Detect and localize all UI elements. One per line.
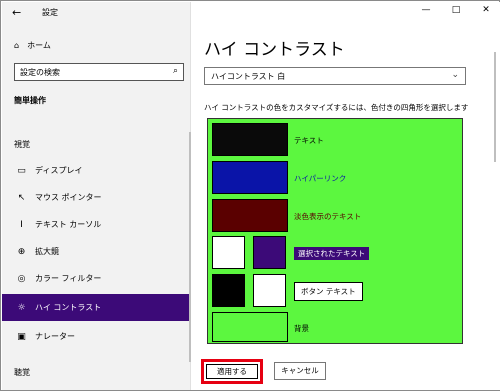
sidebar-item-label: テキスト カーソル: [35, 220, 102, 229]
disabled-text-color-swatch[interactable]: [212, 199, 288, 232]
sidebar-item-narrator[interactable]: ▣ ナレーター: [2, 323, 191, 350]
sidebar-item-display[interactable]: ▭ ディスプレイ: [2, 157, 191, 184]
mouse-pointer-icon: ↖: [17, 192, 26, 203]
high-contrast-icon: ☼: [17, 302, 26, 313]
background-color-label: 背景: [294, 324, 309, 333]
window-controls: — □ ✕: [420, 5, 492, 15]
sidebar-item-label: マウス ポインター: [35, 193, 102, 202]
apply-button[interactable]: 適用する: [206, 364, 258, 379]
background-color-swatch[interactable]: [212, 312, 288, 342]
magnifier-icon: ⊕: [17, 246, 26, 257]
app-title: 設定: [42, 8, 58, 17]
sidebar-item-magnifier[interactable]: ⊕ 拡大鏡: [2, 238, 191, 265]
sidebar-item-high-contrast[interactable]: ☼ ハイ コントラスト: [2, 294, 191, 321]
color-preview-panel: テキスト ハイパーリンク 淡色表示のテキスト 選択されたテキスト ボタン テキス…: [207, 118, 463, 344]
sidebar-scrollbar[interactable]: [189, 132, 191, 362]
sidebar: ← 設定 ⌂ ホーム 設定の検索 ⌕ 簡単操作 視覚 ▭ ディスプレイ ↖ マウ…: [2, 2, 191, 390]
sidebar-item-text-cursor[interactable]: I テキスト カーソル: [2, 211, 191, 238]
theme-dropdown[interactable]: ハイコントラスト 白 ⌄: [204, 67, 466, 85]
apply-highlight-frame: 適用する: [201, 359, 263, 384]
main-scrollbar[interactable]: [494, 52, 496, 162]
search-placeholder: 設定の検索: [20, 68, 60, 77]
button-text-background-swatch[interactable]: [212, 274, 245, 307]
group-heading-hearing: 聴覚: [14, 368, 30, 377]
settings-window: ← 設定 ⌂ ホーム 設定の検索 ⌕ 簡単操作 視覚 ▭ ディスプレイ ↖ マウ…: [0, 0, 500, 391]
section-heading: 簡単操作: [14, 96, 46, 105]
group-heading-vision: 視覚: [14, 140, 30, 149]
maximize-icon[interactable]: □: [450, 5, 462, 15]
button-text-foreground-swatch[interactable]: [253, 274, 286, 307]
text-cursor-icon: I: [20, 219, 23, 230]
home-icon: ⌂: [14, 41, 20, 50]
selected-text-background-swatch[interactable]: [212, 236, 245, 269]
hyperlink-color-swatch[interactable]: [212, 161, 288, 194]
chevron-down-icon: ⌄: [451, 70, 459, 80]
hyperlink-color-label: ハイパーリンク: [294, 174, 347, 183]
home-label: ホーム: [27, 41, 51, 50]
sidebar-item-label: 拡大鏡: [35, 247, 59, 256]
main-panel: — □ ✕ ハイ コントラスト ハイコントラスト 白 ⌄ ハイ コントラストの色…: [192, 2, 500, 390]
theme-dropdown-value: ハイコントラスト 白: [211, 72, 286, 81]
text-color-swatch[interactable]: [212, 123, 288, 156]
selected-text-sample: 選択されたテキスト: [294, 247, 370, 260]
sidebar-item-label: ハイ コントラスト: [35, 303, 102, 312]
cancel-button[interactable]: キャンセル: [274, 362, 326, 380]
button-text-sample: ボタン テキスト: [294, 282, 363, 301]
search-icon[interactable]: ⌕: [173, 66, 178, 76]
disabled-text-color-label: 淡色表示のテキスト: [294, 212, 362, 221]
minimize-icon[interactable]: —: [420, 5, 432, 15]
display-icon: ▭: [17, 165, 26, 176]
page-title: ハイ コントラスト: [204, 40, 345, 60]
sidebar-item-label: ディスプレイ: [35, 166, 83, 175]
color-filter-icon: ◎: [17, 273, 26, 284]
sidebar-item-mouse-pointer[interactable]: ↖ マウス ポインター: [2, 184, 191, 211]
narrator-icon: ▣: [17, 331, 26, 342]
back-arrow-icon[interactable]: ←: [12, 6, 21, 19]
search-input[interactable]: 設定の検索 ⌕: [14, 63, 184, 81]
close-icon[interactable]: ✕: [480, 5, 492, 15]
sidebar-item-label: カラー フィルター: [35, 274, 102, 283]
text-color-label: テキスト: [294, 136, 324, 145]
sidebar-item-color-filter[interactable]: ◎ カラー フィルター: [2, 265, 191, 292]
selected-text-foreground-swatch[interactable]: [253, 236, 286, 269]
sidebar-item-label: ナレーター: [35, 332, 75, 341]
title-bar: ← 設定: [2, 2, 191, 24]
customize-description: ハイ コントラストの色をカスタマイズするには、色付きの四角形を選択します: [204, 103, 469, 112]
home-link[interactable]: ⌂ ホーム: [14, 40, 51, 51]
